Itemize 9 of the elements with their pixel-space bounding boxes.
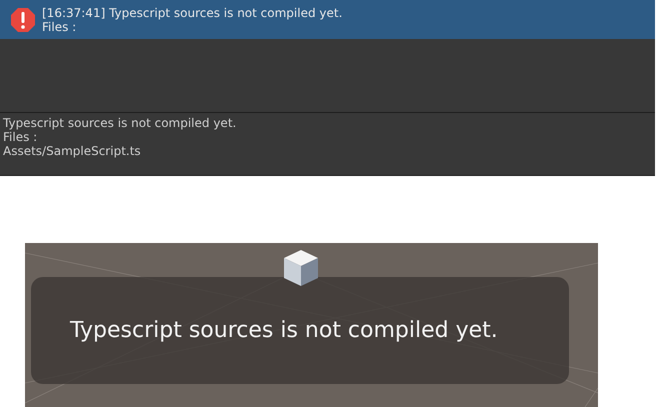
log-text: Files : [42,20,78,34]
notification-text: Typescript sources is not compiled yet. [70,318,498,343]
log-entry[interactable]: [16:37:41] Typescript sources is not compiled yet. Files : [0,0,655,39]
log-text: [16:37:41] Typescript sources is not compiled yet. [42,6,342,20]
error-icon [10,6,36,32]
detail-text: Files : [3,130,38,144]
detail-text: Assets/SampleScript.ts [3,144,142,158]
cube-icon [283,249,319,287]
detail-text: Typescript sources is not compiled yet. [3,116,238,130]
